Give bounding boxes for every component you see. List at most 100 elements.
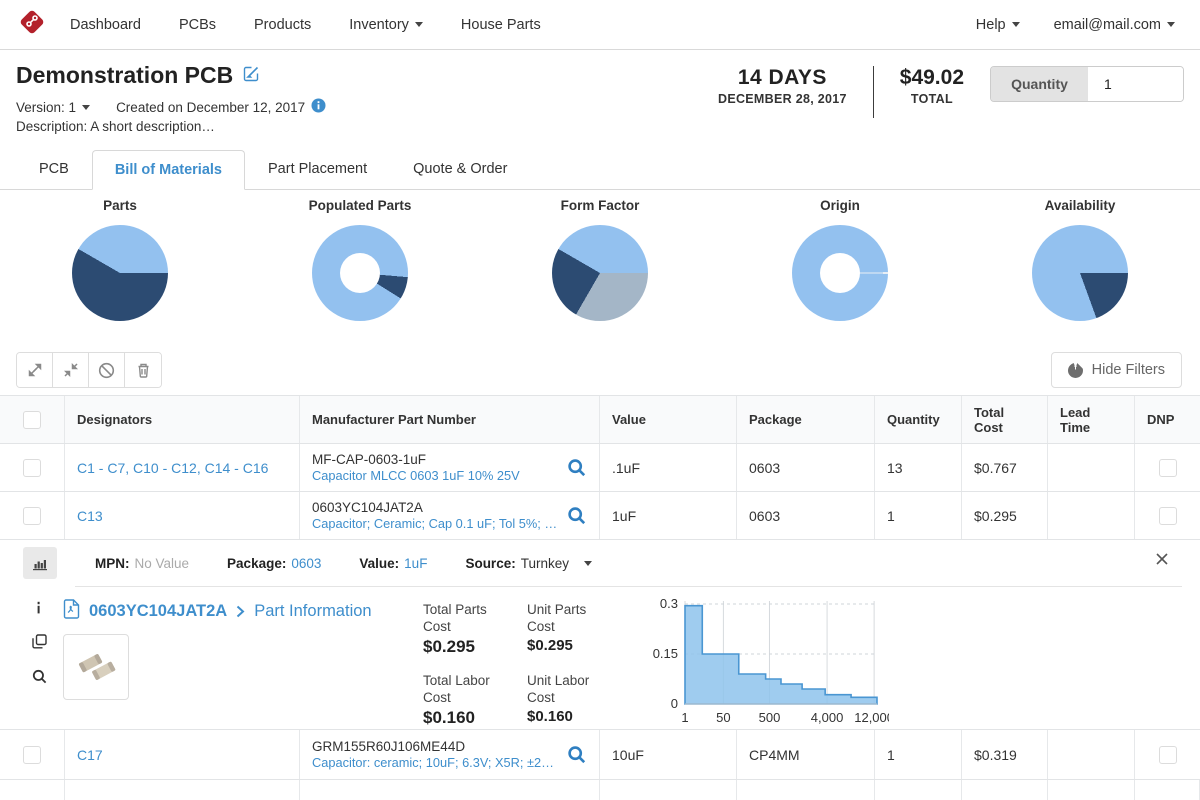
tab-bill-of-materials[interactable]: Bill of Materials — [92, 150, 245, 190]
cost-item: Total Labor Cost $0.160 — [423, 672, 523, 733]
panel-body: 0603YC104JAT2A Part Information — [0, 587, 1200, 732]
mpn-description-link[interactable]: Capacitor MLCC 0603 1uF 10% 25V — [312, 468, 559, 484]
nav-item-pcbs[interactable]: PCBs — [179, 17, 216, 33]
mpn-description-link[interactable]: Capacitor; Ceramic; Cap 0.1 uF; Tol 5%; … — [312, 516, 559, 532]
total-label: TOTAL — [900, 92, 964, 106]
col-dnp: DNP — [1135, 396, 1200, 443]
value-link[interactable]: 1uF — [404, 556, 427, 571]
col-mpn: Manufacturer Part Number — [300, 396, 600, 443]
lead-time-cell — [1048, 730, 1135, 779]
form-factor-pie-chart[interactable] — [552, 225, 648, 321]
nav-item-products[interactable]: Products — [254, 17, 311, 33]
created-date-text: Created on December 12, 2017 — [116, 100, 305, 115]
svg-text:12,000: 12,000 — [854, 710, 889, 725]
chart-title: Parts — [103, 198, 137, 213]
parts-pie-chart[interactable] — [72, 225, 168, 321]
package-cell: CP4MM — [737, 730, 875, 779]
search-part-icon[interactable] — [567, 745, 587, 765]
lead-time-block: 14 DAYS DECEMBER 28, 2017 — [718, 66, 847, 106]
collapse-all-button[interactable] — [53, 353, 89, 387]
dnp-ban-button[interactable] — [89, 353, 125, 387]
tab-pcb[interactable]: PCB — [16, 149, 92, 189]
dnp-checkbox[interactable] — [1159, 507, 1177, 525]
designators-link[interactable]: C1 - C7, C10 - C12, C14 - C16 — [77, 460, 268, 476]
search-part-icon[interactable] — [567, 458, 587, 478]
quantity-cell: 13 — [875, 444, 962, 491]
availability-pie-chart[interactable] — [1032, 225, 1128, 321]
total-cost-cell: $0.319 — [962, 730, 1048, 779]
designators-link[interactable]: C17 — [77, 747, 103, 763]
tab-bar: PCB Bill of Materials Part Placement Quo… — [0, 145, 1200, 190]
cost-summary: Total Parts Cost $0.295 Unit Parts Cost … — [423, 601, 627, 732]
filter-chart-availability: Availability — [960, 198, 1200, 345]
table-row: C13 0603YC104JAT2A Capacitor; Ceramic; C… — [0, 492, 1200, 540]
row-checkbox[interactable] — [23, 507, 41, 525]
help-menu[interactable]: Help — [976, 17, 1020, 33]
nav-item-inventory[interactable]: Inventory — [349, 17, 423, 33]
total-block: $49.02 TOTAL — [900, 66, 964, 106]
edit-title-icon[interactable] — [243, 65, 260, 87]
svg-text:0.3: 0.3 — [660, 596, 678, 611]
part-number-link[interactable]: 0603YC104JAT2A — [89, 602, 227, 621]
total-cost-cell: $0.767 — [962, 444, 1048, 491]
pie-chart-icon — [1068, 363, 1083, 378]
part-info-icon[interactable] — [32, 601, 45, 619]
tab-quote-order[interactable]: Quote & Order — [390, 149, 530, 189]
svg-text:50: 50 — [716, 710, 730, 725]
package-link[interactable]: 0603 — [291, 556, 321, 571]
dnp-checkbox[interactable] — [1159, 746, 1177, 764]
price-history-button[interactable] — [23, 547, 57, 579]
part-detail-panel: MPN:No Value Package:0603 Value:1uF Sour… — [0, 540, 1200, 730]
caret-down-icon — [82, 105, 90, 110]
dnp-checkbox[interactable] — [1159, 459, 1177, 477]
mpn-text: 0603YC104JAT2A — [312, 499, 559, 516]
expand-all-button[interactable] — [17, 353, 53, 387]
source-selector[interactable]: Source:Turnkey — [465, 556, 592, 571]
price-break-chart[interactable]: 00.150.31505004,00012,000 — [649, 595, 889, 732]
filter-chart-parts: Parts — [0, 198, 240, 345]
version-selector[interactable]: Version: 1 — [16, 100, 90, 115]
package-cell: 0603 — [737, 444, 875, 491]
part-thumbnail[interactable] — [63, 634, 129, 700]
populated-parts-pie-chart[interactable] — [312, 225, 408, 321]
account-menu[interactable]: email@mail.com — [1054, 17, 1175, 33]
filter-chart-origin: Origin — [720, 198, 960, 345]
designators-link[interactable]: C13 — [77, 508, 103, 524]
part-information-link[interactable]: Part Information — [254, 602, 371, 621]
nav-item-dashboard[interactable]: Dashboard — [70, 17, 141, 33]
svg-text:4,000: 4,000 — [811, 710, 844, 725]
filter-chart-populated-parts: Populated Parts — [240, 198, 480, 345]
table-row — [0, 780, 1200, 800]
chart-title: Form Factor — [561, 198, 640, 213]
lead-time-cell — [1048, 492, 1135, 539]
brand-logo-icon[interactable] — [16, 6, 48, 43]
svg-text:0.15: 0.15 — [653, 646, 678, 661]
bom-table: Designators Manufacturer Part Number Val… — [0, 395, 1200, 800]
tab-part-placement[interactable]: Part Placement — [245, 149, 390, 189]
info-icon[interactable] — [311, 98, 326, 116]
pdf-datasheet-icon[interactable] — [63, 599, 80, 624]
mpn-description-link[interactable]: Capacitor: ceramic; 10uF; 6.3V; X5R; ±20… — [312, 755, 559, 771]
origin-pie-chart[interactable] — [792, 225, 888, 321]
cost-item: Unit Parts Cost $0.295 — [527, 601, 627, 662]
quantity-widget: Quantity — [990, 66, 1184, 102]
panel-package: Package:0603 — [227, 556, 321, 571]
copy-icon[interactable] — [32, 634, 47, 654]
part-summary: 0603YC104JAT2A Part Information — [63, 599, 423, 732]
quantity-input[interactable] — [1088, 67, 1183, 101]
col-total-cost: Total Cost — [962, 396, 1048, 443]
delete-button[interactable] — [125, 353, 161, 387]
value-cell: 10uF — [600, 730, 737, 779]
caret-down-icon — [415, 22, 423, 27]
ship-date: DECEMBER 28, 2017 — [718, 92, 847, 106]
lead-time-cell — [1048, 444, 1135, 491]
search-part-icon[interactable] — [567, 506, 587, 526]
hide-filters-button[interactable]: Hide Filters — [1051, 352, 1182, 388]
description-text: Description: A short description… — [16, 119, 446, 134]
row-checkbox[interactable] — [23, 459, 41, 477]
search-icon[interactable] — [32, 669, 47, 689]
close-panel-icon[interactable] — [1156, 552, 1168, 570]
nav-item-house-parts[interactable]: House Parts — [461, 17, 541, 33]
select-all-checkbox[interactable] — [23, 411, 41, 429]
row-checkbox[interactable] — [23, 746, 41, 764]
